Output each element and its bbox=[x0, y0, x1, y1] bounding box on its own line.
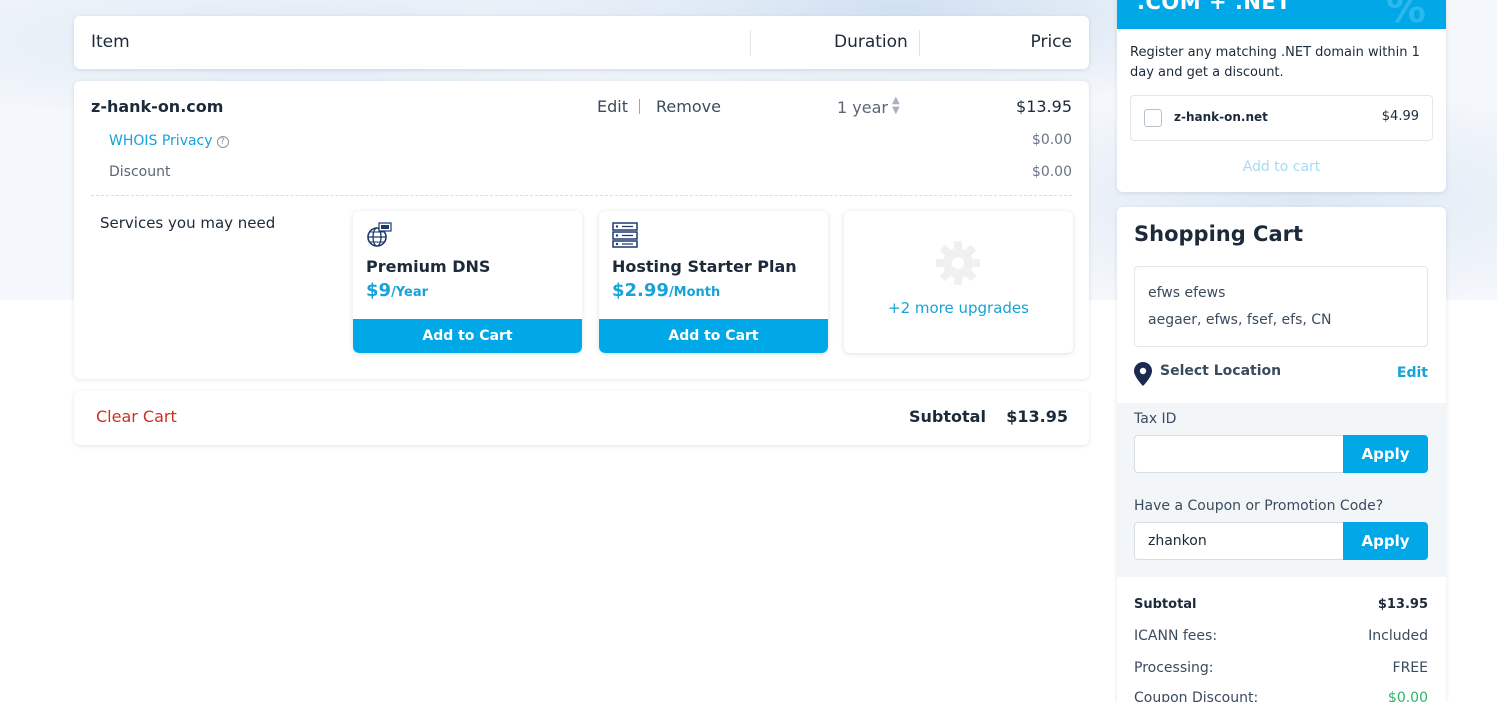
service-price-value: $9 bbox=[366, 280, 392, 301]
summary-coupon-label: Coupon Discount: bbox=[1134, 690, 1259, 702]
summary-subtotal-row: Subtotal $13.95 bbox=[1134, 597, 1428, 612]
cart-item-card: z-hank-on.com Edit Remove 1 year ▲ ▼ $13.… bbox=[74, 81, 1089, 379]
summary-processing-value: FREE bbox=[1392, 660, 1428, 676]
discount-price: $0.00 bbox=[1031, 164, 1072, 180]
server-icon bbox=[612, 222, 638, 248]
promo-domain-name: z-hank-on.net bbox=[1174, 110, 1268, 124]
whois-price: $0.00 bbox=[1031, 132, 1072, 148]
service-card-hosting: Hosting Starter Plan $2.99/Month Add to … bbox=[599, 211, 828, 353]
shopping-cart-panel: Shopping Cart efws efews aegaer, efws, f… bbox=[1117, 207, 1446, 702]
promo-description: Register any matching .NET domain within… bbox=[1130, 45, 1420, 80]
service-price: $9/Year bbox=[366, 280, 428, 301]
promo-domain-option[interactable]: z-hank-on.net $4.99 bbox=[1130, 95, 1433, 141]
gear-icon bbox=[936, 241, 980, 285]
header-duration: Duration bbox=[834, 32, 908, 52]
services-label: Services you may need bbox=[100, 214, 276, 232]
link-divider bbox=[639, 99, 640, 114]
duration-stepper-icon[interactable]: ▲ ▼ bbox=[892, 96, 900, 116]
summary-subtotal-value: $13.95 bbox=[1377, 597, 1428, 612]
subtotal-value: $13.95 bbox=[1006, 407, 1068, 426]
header-divider bbox=[750, 30, 751, 56]
promo-add-to-cart-button[interactable]: Add to cart bbox=[1117, 159, 1446, 175]
subtotal-label: Subtotal bbox=[909, 407, 986, 426]
cart-table-header: Item Duration Price bbox=[74, 16, 1089, 69]
select-location-label[interactable]: Select Location bbox=[1160, 363, 1281, 379]
more-upgrades-link[interactable]: +2 more upgrades bbox=[844, 299, 1073, 317]
header-item: Item bbox=[91, 32, 130, 52]
item-price: $13.95 bbox=[1016, 97, 1072, 116]
tax-id-label: Tax ID bbox=[1134, 411, 1177, 427]
promo-domain-price: $4.99 bbox=[1381, 109, 1419, 124]
remove-item-link[interactable]: Remove bbox=[656, 97, 721, 116]
tax-apply-button[interactable]: Apply bbox=[1343, 435, 1428, 473]
summary-subtotal-label: Subtotal bbox=[1134, 597, 1197, 612]
edit-item-link[interactable]: Edit bbox=[597, 97, 628, 116]
service-price-unit: /Year bbox=[391, 285, 429, 300]
summary-icann-label: ICANN fees: bbox=[1134, 628, 1218, 644]
summary-processing-label: Processing: bbox=[1134, 660, 1214, 676]
coupon-apply-button[interactable]: Apply bbox=[1343, 522, 1428, 560]
address-name: efws efews bbox=[1148, 285, 1226, 301]
header-price: Price bbox=[1030, 32, 1072, 52]
coupon-input[interactable] bbox=[1134, 522, 1343, 560]
divider bbox=[91, 195, 1072, 196]
coupon-label: Have a Coupon or Promotion Code? bbox=[1134, 498, 1384, 514]
summary-coupon-value: $0.00 bbox=[1387, 690, 1428, 702]
dns-globe-icon bbox=[367, 222, 392, 247]
service-title: Hosting Starter Plan bbox=[612, 257, 797, 276]
whois-label: WHOIS Privacy bbox=[109, 133, 213, 149]
billing-address-box: efws efews aegaer, efws, fsef, efs, CN bbox=[1134, 266, 1428, 347]
cart-footer-bar: Clear Cart Subtotal $13.95 bbox=[74, 391, 1089, 445]
clear-cart-button[interactable]: Clear Cart bbox=[96, 407, 177, 426]
add-premium-dns-button[interactable]: Add to Cart bbox=[353, 319, 582, 353]
edit-address-link[interactable]: Edit bbox=[1397, 365, 1428, 381]
add-hosting-button[interactable]: Add to Cart bbox=[599, 319, 828, 353]
location-pin-icon bbox=[1134, 362, 1152, 386]
promo-card: .COM + .NET % Register any matching .NET… bbox=[1117, 0, 1446, 192]
header-divider bbox=[919, 30, 920, 56]
promo-checkbox[interactable] bbox=[1144, 109, 1162, 127]
promo-banner-title: .COM + .NET bbox=[1137, 0, 1292, 14]
summary-icann-row: ICANN fees: Included bbox=[1134, 628, 1428, 644]
service-price-unit: /Month bbox=[668, 285, 721, 300]
promo-banner: .COM + .NET % bbox=[1117, 0, 1446, 32]
promo-banner-decoration: % bbox=[1385, 0, 1426, 32]
summary-coupon-row: Coupon Discount: $0.00 bbox=[1134, 690, 1428, 702]
summary-icann-value: Included bbox=[1368, 628, 1428, 644]
domain-name: z-hank-on.com bbox=[91, 97, 224, 116]
summary-processing-row: Processing: FREE bbox=[1134, 660, 1428, 676]
service-price-value: $2.99 bbox=[612, 280, 669, 301]
shopping-cart-title: Shopping Cart bbox=[1134, 222, 1304, 246]
help-icon[interactable]: ? bbox=[216, 136, 229, 148]
duration-value[interactable]: 1 year bbox=[837, 98, 888, 117]
service-price: $2.99/Month bbox=[612, 280, 720, 301]
tax-id-input[interactable] bbox=[1134, 435, 1343, 473]
whois-privacy-link[interactable]: WHOIS Privacy? bbox=[109, 133, 229, 149]
service-title: Premium DNS bbox=[366, 257, 491, 276]
more-upgrades-card[interactable]: +2 more upgrades bbox=[844, 211, 1073, 353]
discount-label: Discount bbox=[109, 164, 171, 180]
address-details: aegaer, efws, fsef, efs, CN bbox=[1148, 312, 1332, 328]
service-card-premium-dns: Premium DNS $9/Year Add to Cart bbox=[353, 211, 582, 353]
